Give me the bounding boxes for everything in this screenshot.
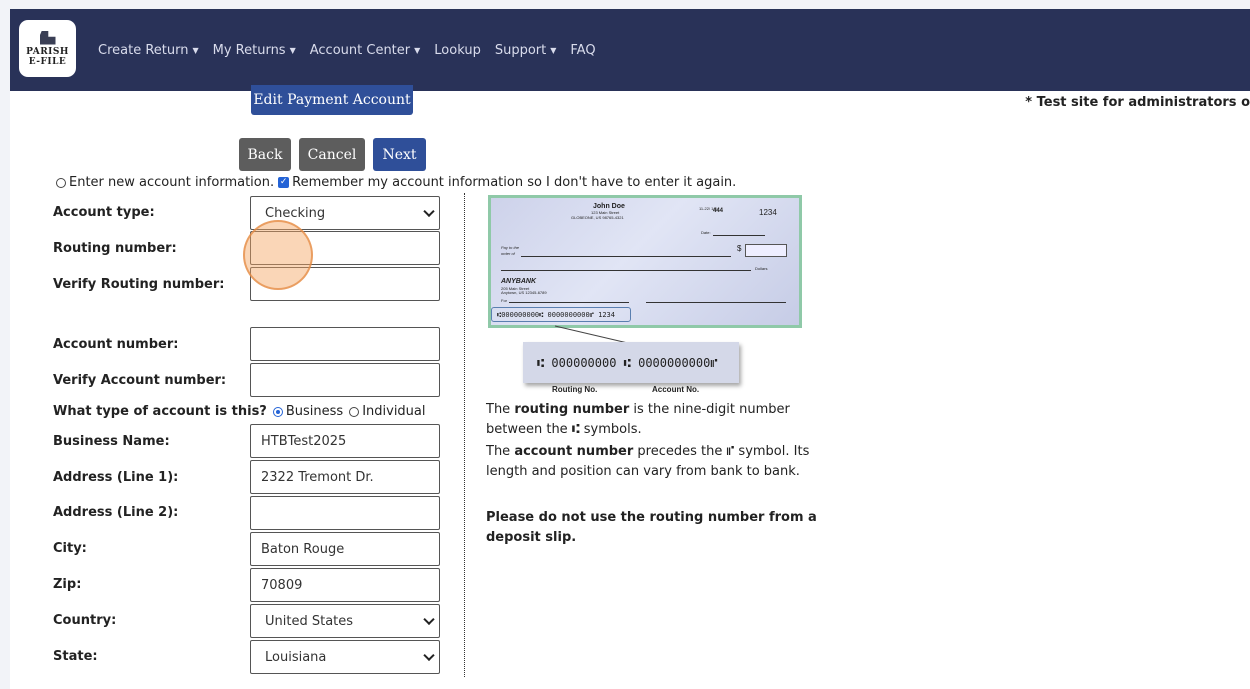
state-label: State: — [53, 649, 98, 664]
account-number-label: Account number: — [53, 337, 179, 352]
nav-create-return[interactable]: Create Return ▼ — [98, 43, 199, 58]
remember-label: Remember my account information so I don… — [292, 175, 737, 190]
account-explanation: The account number precedes the ⑈ symbol… — [486, 444, 810, 479]
account-type-select[interactable]: Checking — [250, 196, 440, 230]
nav-faq[interactable]: FAQ — [570, 43, 595, 58]
deposit-slip-warning: Please do not use the routing number fro… — [486, 510, 817, 545]
routing-explanation: The routing number is the nine-digit num… — [486, 402, 790, 437]
page: PARISH E-FILE Create Return ▼ My Returns ▼… — [10, 9, 1250, 689]
chevron-down-icon — [423, 205, 435, 218]
edit-payment-account-button[interactable]: Edit Payment Account — [251, 85, 413, 115]
country-label: Country: — [53, 613, 117, 628]
business-name-input[interactable]: HTBTest2025 — [250, 424, 440, 458]
next-button[interactable]: Next — [373, 138, 426, 171]
micr-zoom-image: ⑆ 000000000 ⑆ 0000000000⑈ — [523, 342, 739, 383]
business-name-label: Business Name: — [53, 434, 170, 449]
caret-down-icon: ▼ — [289, 46, 296, 55]
business-option[interactable]: Business — [272, 404, 343, 419]
city-label: City: — [53, 541, 87, 556]
country-select[interactable]: United States — [250, 604, 440, 638]
account-kind-row: What type of account is this? Business I… — [53, 404, 432, 419]
caret-down-icon: ▼ — [550, 46, 557, 55]
sample-check-image: John Doe 123 Main Street GLOBEONE, US 98… — [488, 195, 802, 328]
nav-support[interactable]: Support ▼ — [495, 43, 557, 58]
account-type-label: Account type: — [53, 205, 155, 220]
zip-input[interactable]: 70809 — [250, 568, 440, 602]
chevron-down-icon — [423, 649, 435, 662]
account-no-caption: Account No. — [652, 385, 700, 394]
zip-label: Zip: — [53, 577, 82, 592]
business-radio[interactable] — [272, 406, 283, 417]
address2-label: Address (Line 2): — [53, 505, 179, 520]
individual-option[interactable]: Individual — [349, 404, 426, 419]
nav-lookup[interactable]: Lookup — [434, 43, 481, 58]
routing-number-input[interactable] — [250, 231, 440, 265]
address1-label: Address (Line 1): — [53, 470, 179, 485]
chevron-down-icon — [423, 613, 435, 626]
louisiana-state-icon — [39, 30, 56, 45]
routing-number-label: Routing number: — [53, 241, 177, 256]
top-navbar: PARISH E-FILE Create Return ▼ My Returns ▼… — [10, 9, 1250, 91]
back-button[interactable]: Back — [239, 138, 291, 171]
cancel-button[interactable]: Cancel — [299, 138, 365, 171]
verify-routing-label: Verify Routing number: — [53, 277, 225, 292]
routing-no-caption: Routing No. — [552, 385, 598, 394]
test-site-notice: * Test site for administrators o — [1025, 95, 1250, 110]
individual-radio[interactable] — [349, 406, 360, 417]
city-input[interactable]: Baton Rouge — [250, 532, 440, 566]
account-options: Enter new account information. ✓ Remembe… — [56, 175, 736, 190]
column-divider — [464, 193, 465, 677]
verify-account-label: Verify Account number: — [53, 373, 227, 388]
account-number-input[interactable] — [250, 327, 440, 361]
caret-down-icon: ▼ — [414, 46, 421, 55]
address2-input[interactable] — [250, 496, 440, 530]
logo-text-line1: PARISH — [26, 46, 69, 57]
verify-routing-input[interactable] — [250, 267, 440, 301]
new-account-label: Enter new account information. — [69, 175, 275, 190]
logo-text-line2: E-FILE — [28, 56, 67, 67]
new-account-radio[interactable] — [56, 177, 66, 188]
address1-input[interactable]: 2322 Tremont Dr. — [250, 460, 440, 494]
parish-efile-logo[interactable]: PARISH E-FILE — [19, 20, 76, 77]
account-kind-question: What type of account is this? — [53, 404, 267, 419]
main-nav: Create Return ▼ My Returns ▼ Account Cente… — [98, 43, 596, 58]
nav-my-returns[interactable]: My Returns ▼ — [213, 43, 296, 58]
verify-account-input[interactable] — [250, 363, 440, 397]
caret-down-icon: ▼ — [192, 46, 199, 55]
state-select[interactable]: Louisiana — [250, 640, 440, 674]
nav-account-center[interactable]: Account Center ▼ — [310, 43, 421, 58]
remember-checkbox[interactable]: ✓ — [278, 177, 290, 188]
